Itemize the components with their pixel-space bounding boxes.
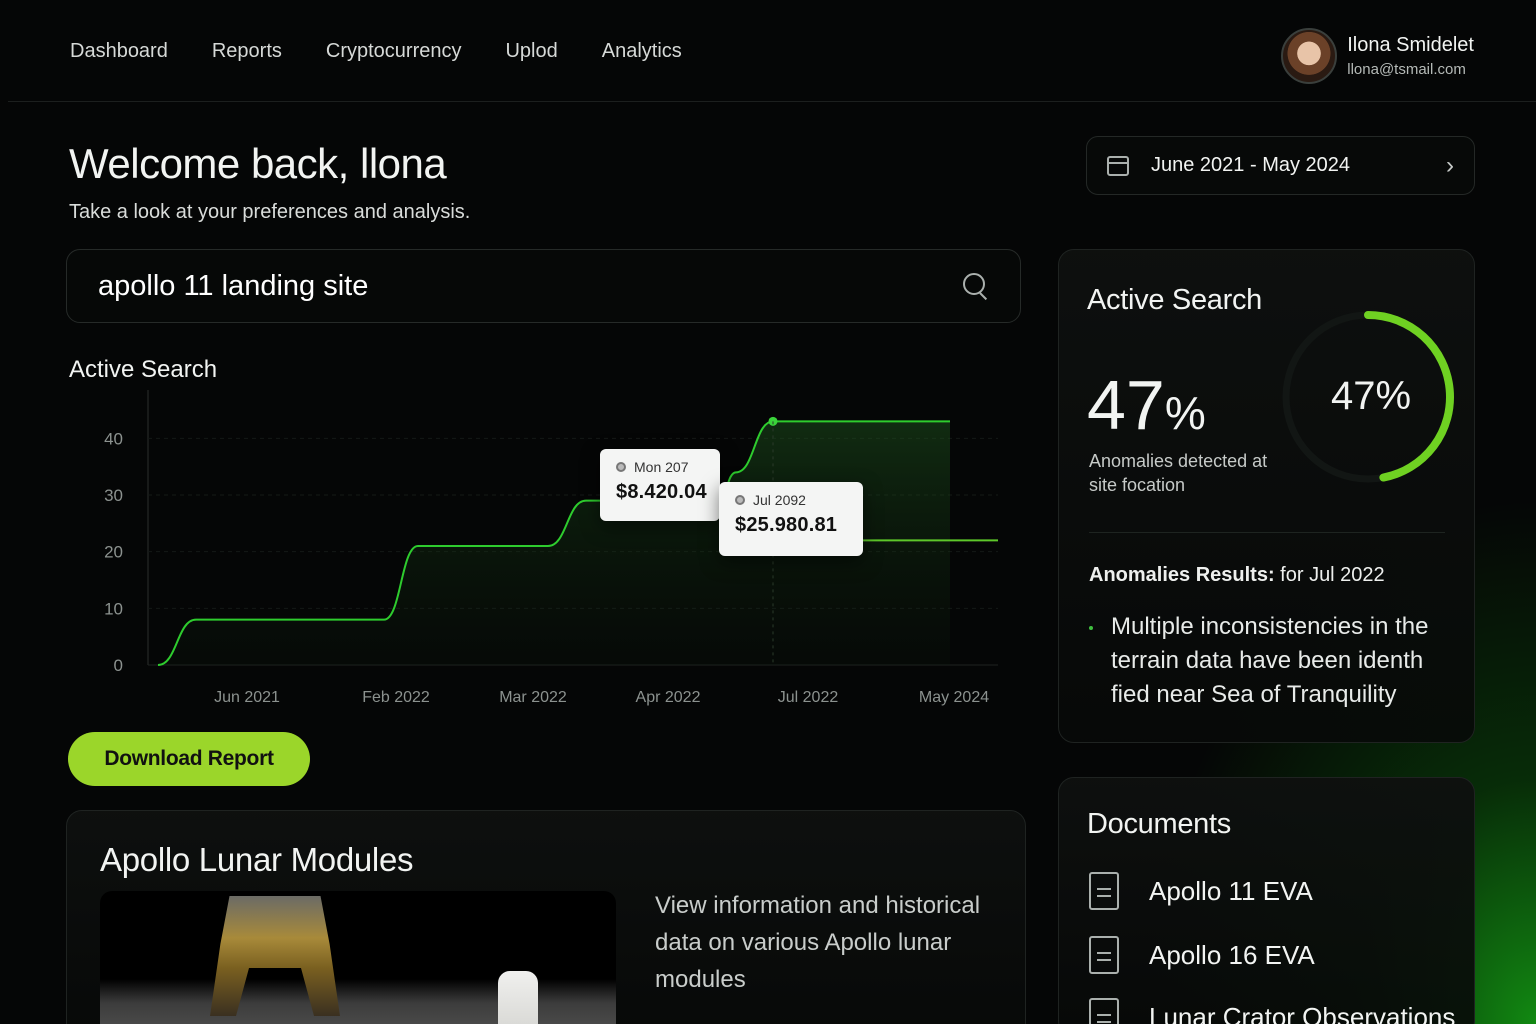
nav-item-reports[interactable]: Reports [212,40,282,63]
page-title: Welcome back, llona [69,140,447,187]
document-label: Lunar Crator Observations [1149,1001,1456,1024]
anomalies-percent-symbol: % [1164,387,1206,439]
astronaut-graphic [498,971,538,1024]
nav-item-upload[interactable]: Uplod [505,40,557,63]
document-icon [1089,998,1119,1024]
anomalies-title: Active Search [1087,284,1263,316]
user-profile[interactable]: Ilona Smidelet llona@tsmail.com [1281,28,1474,84]
profile-email: llona@tsmail.com [1347,61,1466,78]
anomalies-label: Anomalies detected at site focation [1089,451,1268,495]
results-period: for Jul 2022 [1274,564,1385,586]
calendar-icon [1107,155,1129,176]
documents-title: Documents [1087,808,1231,840]
y-tick-label: 0 [114,656,123,675]
anomalies-card: Active Search 47% Anomalies detected at … [1058,249,1475,743]
date-range-picker[interactable]: June 2021 - May 2024 › [1086,136,1475,195]
x-tick-label: May 2024 [919,689,989,706]
nav-item-analytics[interactable]: Analytics [602,40,682,63]
chart-title: Active Search [69,356,218,383]
modules-title: Apollo Lunar Modules [100,841,414,878]
x-tick-label: Apr 2022 [636,689,701,706]
avatar[interactable] [1281,28,1338,84]
anomalies-percent-value: 47 [1087,366,1165,444]
search-bar[interactable]: apollo 11 landing site [66,249,1021,323]
documents-card: Documents Apollo 11 EVA Apollo 16 EVA Lu… [1058,777,1475,1024]
y-tick-label: 10 [104,599,123,618]
results-heading: Anomalies Results: for Jul 2022 [1089,564,1385,587]
chart-tooltip: Mon 207 $8.420.04 [600,449,720,521]
top-navigation: Dashboard Reports Cryptocurrency Uplod A… [8,0,1536,102]
list-item: Multiple inconsistencies in the terrain … [1089,610,1459,712]
x-tick-label: Jun 2021 [214,689,280,706]
tooltip-value: $8.420.04 [616,481,707,503]
lander-graphic [210,896,340,1016]
chevron-right-icon[interactable]: › [1446,152,1454,180]
apollo-modules-card: Apollo Lunar Modules View information an… [66,810,1026,1024]
chart-tooltip: Jul 2092 $25.980.81 [719,482,863,556]
tooltip-value: $25.980.81 [735,514,838,536]
tooltip-dot-icon [735,495,745,505]
results-label: Anomalies Results: [1089,564,1275,586]
anomalies-percent: 47% [1087,365,1206,445]
search-input[interactable]: apollo 11 landing site [98,270,963,303]
y-tick-label: 20 [104,543,123,562]
x-tick-label: Mar 2022 [499,689,567,706]
profile-name: Ilona Smidelet [1347,34,1474,56]
active-search-chart: 0 10 20 30 40 Jun 2021 Feb 2022 Mar 2022 Apr 202… [104,390,998,706]
download-report-button[interactable]: Download Report [68,732,310,786]
nav-item-cryptocurrency[interactable]: Cryptocurrency [326,40,462,63]
divider [1089,532,1445,533]
document-label: Apollo 11 EVA [1149,875,1313,906]
tooltip-dot-icon [616,462,626,472]
y-tick-label: 40 [104,429,123,448]
document-item[interactable]: Apollo 16 EVA [1089,936,1315,974]
x-tick-label: Jul 2022 [778,689,839,706]
lunar-module-image [100,891,616,1024]
document-label: Apollo 16 EVA [1149,939,1315,970]
document-icon [1089,872,1119,910]
document-item[interactable]: Apollo 11 EVA [1089,872,1313,910]
modules-description: View information and historical data on … [655,892,981,993]
gauge-label: 47% [1330,374,1412,418]
document-icon [1089,936,1119,974]
profile-info: Ilona Smidelet llona@tsmail.com [1347,34,1474,78]
document-item[interactable]: Lunar Crator Observations [1089,998,1455,1024]
date-range-label: June 2021 - May 2024 [1151,154,1351,176]
nav-item-dashboard[interactable]: Dashboard [70,40,168,63]
tooltip-date: Jul 2092 [753,492,806,508]
x-tick-label: Feb 2022 [362,689,430,706]
y-tick-label: 30 [104,486,123,505]
search-icon[interactable] [963,273,989,299]
tooltip-date: Mon 207 [634,459,689,475]
results-list: Multiple inconsistencies in the terrain … [1089,610,1459,712]
main-nav: Dashboard Reports Cryptocurrency Uplod A… [70,40,726,63]
page-subtitle: Take a look at your preferences and anal… [69,201,471,223]
